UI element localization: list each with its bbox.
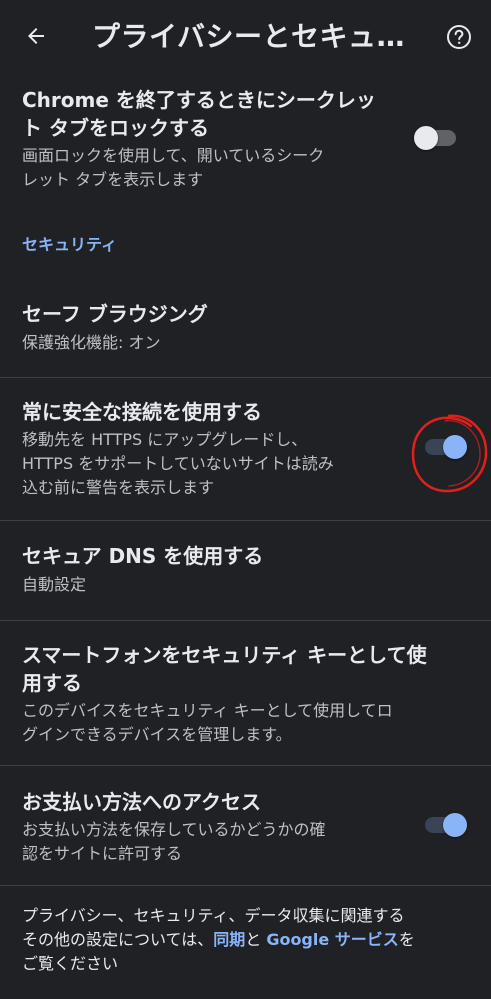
toggle-thumb bbox=[443, 813, 467, 837]
setting-title-line: 用する bbox=[22, 671, 82, 695]
lock-incognito-toggle[interactable] bbox=[414, 120, 458, 156]
setting-title: セーフ ブラウジング bbox=[22, 302, 208, 326]
toggle-thumb bbox=[443, 435, 467, 459]
payment-methods-setting[interactable]: お支払い方法へのアクセス お支払い方法を保存しているかどうかの確 認をサイトに許… bbox=[0, 788, 491, 868]
footer-text-segment: を bbox=[398, 930, 415, 949]
section-header-security: セキュリティ bbox=[22, 235, 118, 254]
https-first-setting[interactable]: 常に安全な接続を使用する 移動先を HTTPS にアップグレードし、 HTTPS… bbox=[0, 398, 491, 502]
setting-description-line: 込む前に警告を表示します bbox=[22, 478, 215, 497]
divider bbox=[0, 885, 491, 886]
settings-screen: プライバシーとセキュ… Chrome を終了するときにシークレッ ト タブをロッ… bbox=[0, 0, 491, 999]
setting-description-line: お支払い方法を保存しているかどうかの確 bbox=[22, 820, 326, 839]
app-bar: プライバシーとセキュ… bbox=[0, 0, 491, 74]
divider bbox=[0, 765, 491, 766]
setting-description-line: グインできるデバイスを管理します。 bbox=[22, 725, 292, 744]
help-button[interactable] bbox=[441, 19, 477, 55]
setting-description-line: HTTPS をサポートしていないサイトは読み bbox=[22, 454, 334, 473]
footer-text-segment: と bbox=[245, 930, 267, 949]
setting-description-line: 移動先を HTTPS にアップグレードし、 bbox=[22, 430, 308, 449]
setting-description: 自動設定 bbox=[22, 575, 87, 594]
page-title: プライバシーとセキュ… bbox=[92, 20, 405, 53]
lock-incognito-setting[interactable]: Chrome を終了するときにシークレッ ト タブをロックする 画面ロックを使用… bbox=[0, 86, 491, 196]
setting-title-line: スマートフォンをセキュリティ キーとして使 bbox=[22, 643, 427, 667]
footer-info: プライバシー、セキュリティ、データ収集に関連する その他の設定については、同期と… bbox=[22, 904, 477, 976]
setting-description-line: 画面ロックを使用して、開いているシーク bbox=[22, 146, 325, 165]
payment-methods-toggle[interactable] bbox=[423, 807, 467, 843]
divider bbox=[0, 620, 491, 621]
toggle-thumb bbox=[414, 126, 438, 150]
setting-title: 常に安全な接続を使用する bbox=[22, 400, 262, 424]
setting-description-line: 認をサイトに許可する bbox=[22, 844, 183, 863]
help-circle-icon bbox=[447, 25, 471, 49]
setting-title: セキュア DNS を使用する bbox=[22, 544, 264, 568]
setting-title-line: Chrome を終了するときにシークレッ bbox=[22, 88, 376, 112]
setting-title-line: ト タブをロックする bbox=[22, 116, 209, 140]
https-first-toggle[interactable] bbox=[423, 429, 467, 465]
back-button[interactable] bbox=[18, 18, 54, 54]
setting-description: 保護強化機能: オン bbox=[22, 333, 161, 352]
setting-description-line: レット タブを表示します bbox=[22, 170, 204, 189]
google-services-link[interactable]: Google サービス bbox=[266, 930, 398, 949]
footer-line: その他の設定については、同期と Google サービスを bbox=[22, 928, 477, 952]
safe-browsing-setting[interactable]: セーフ ブラウジング 保護強化機能: オン bbox=[0, 300, 491, 360]
divider bbox=[0, 520, 491, 521]
secure-dns-setting[interactable]: セキュア DNS を使用する 自動設定 bbox=[0, 542, 491, 602]
sync-link[interactable]: 同期 bbox=[213, 930, 245, 949]
arrow-back-icon bbox=[28, 28, 44, 44]
security-key-setting[interactable]: スマートフォンをセキュリティ キーとして使 用する このデバイスをセキュリティ … bbox=[0, 641, 491, 747]
footer-line: プライバシー、セキュリティ、データ収集に関連する bbox=[22, 906, 405, 925]
footer-line: ご覧ください bbox=[22, 954, 119, 973]
setting-description-line: このデバイスをセキュリティ キーとして使用してロ bbox=[22, 701, 393, 720]
footer-text-segment: その他の設定については、 bbox=[22, 930, 214, 949]
divider bbox=[0, 377, 491, 378]
setting-title: お支払い方法へのアクセス bbox=[22, 790, 261, 814]
